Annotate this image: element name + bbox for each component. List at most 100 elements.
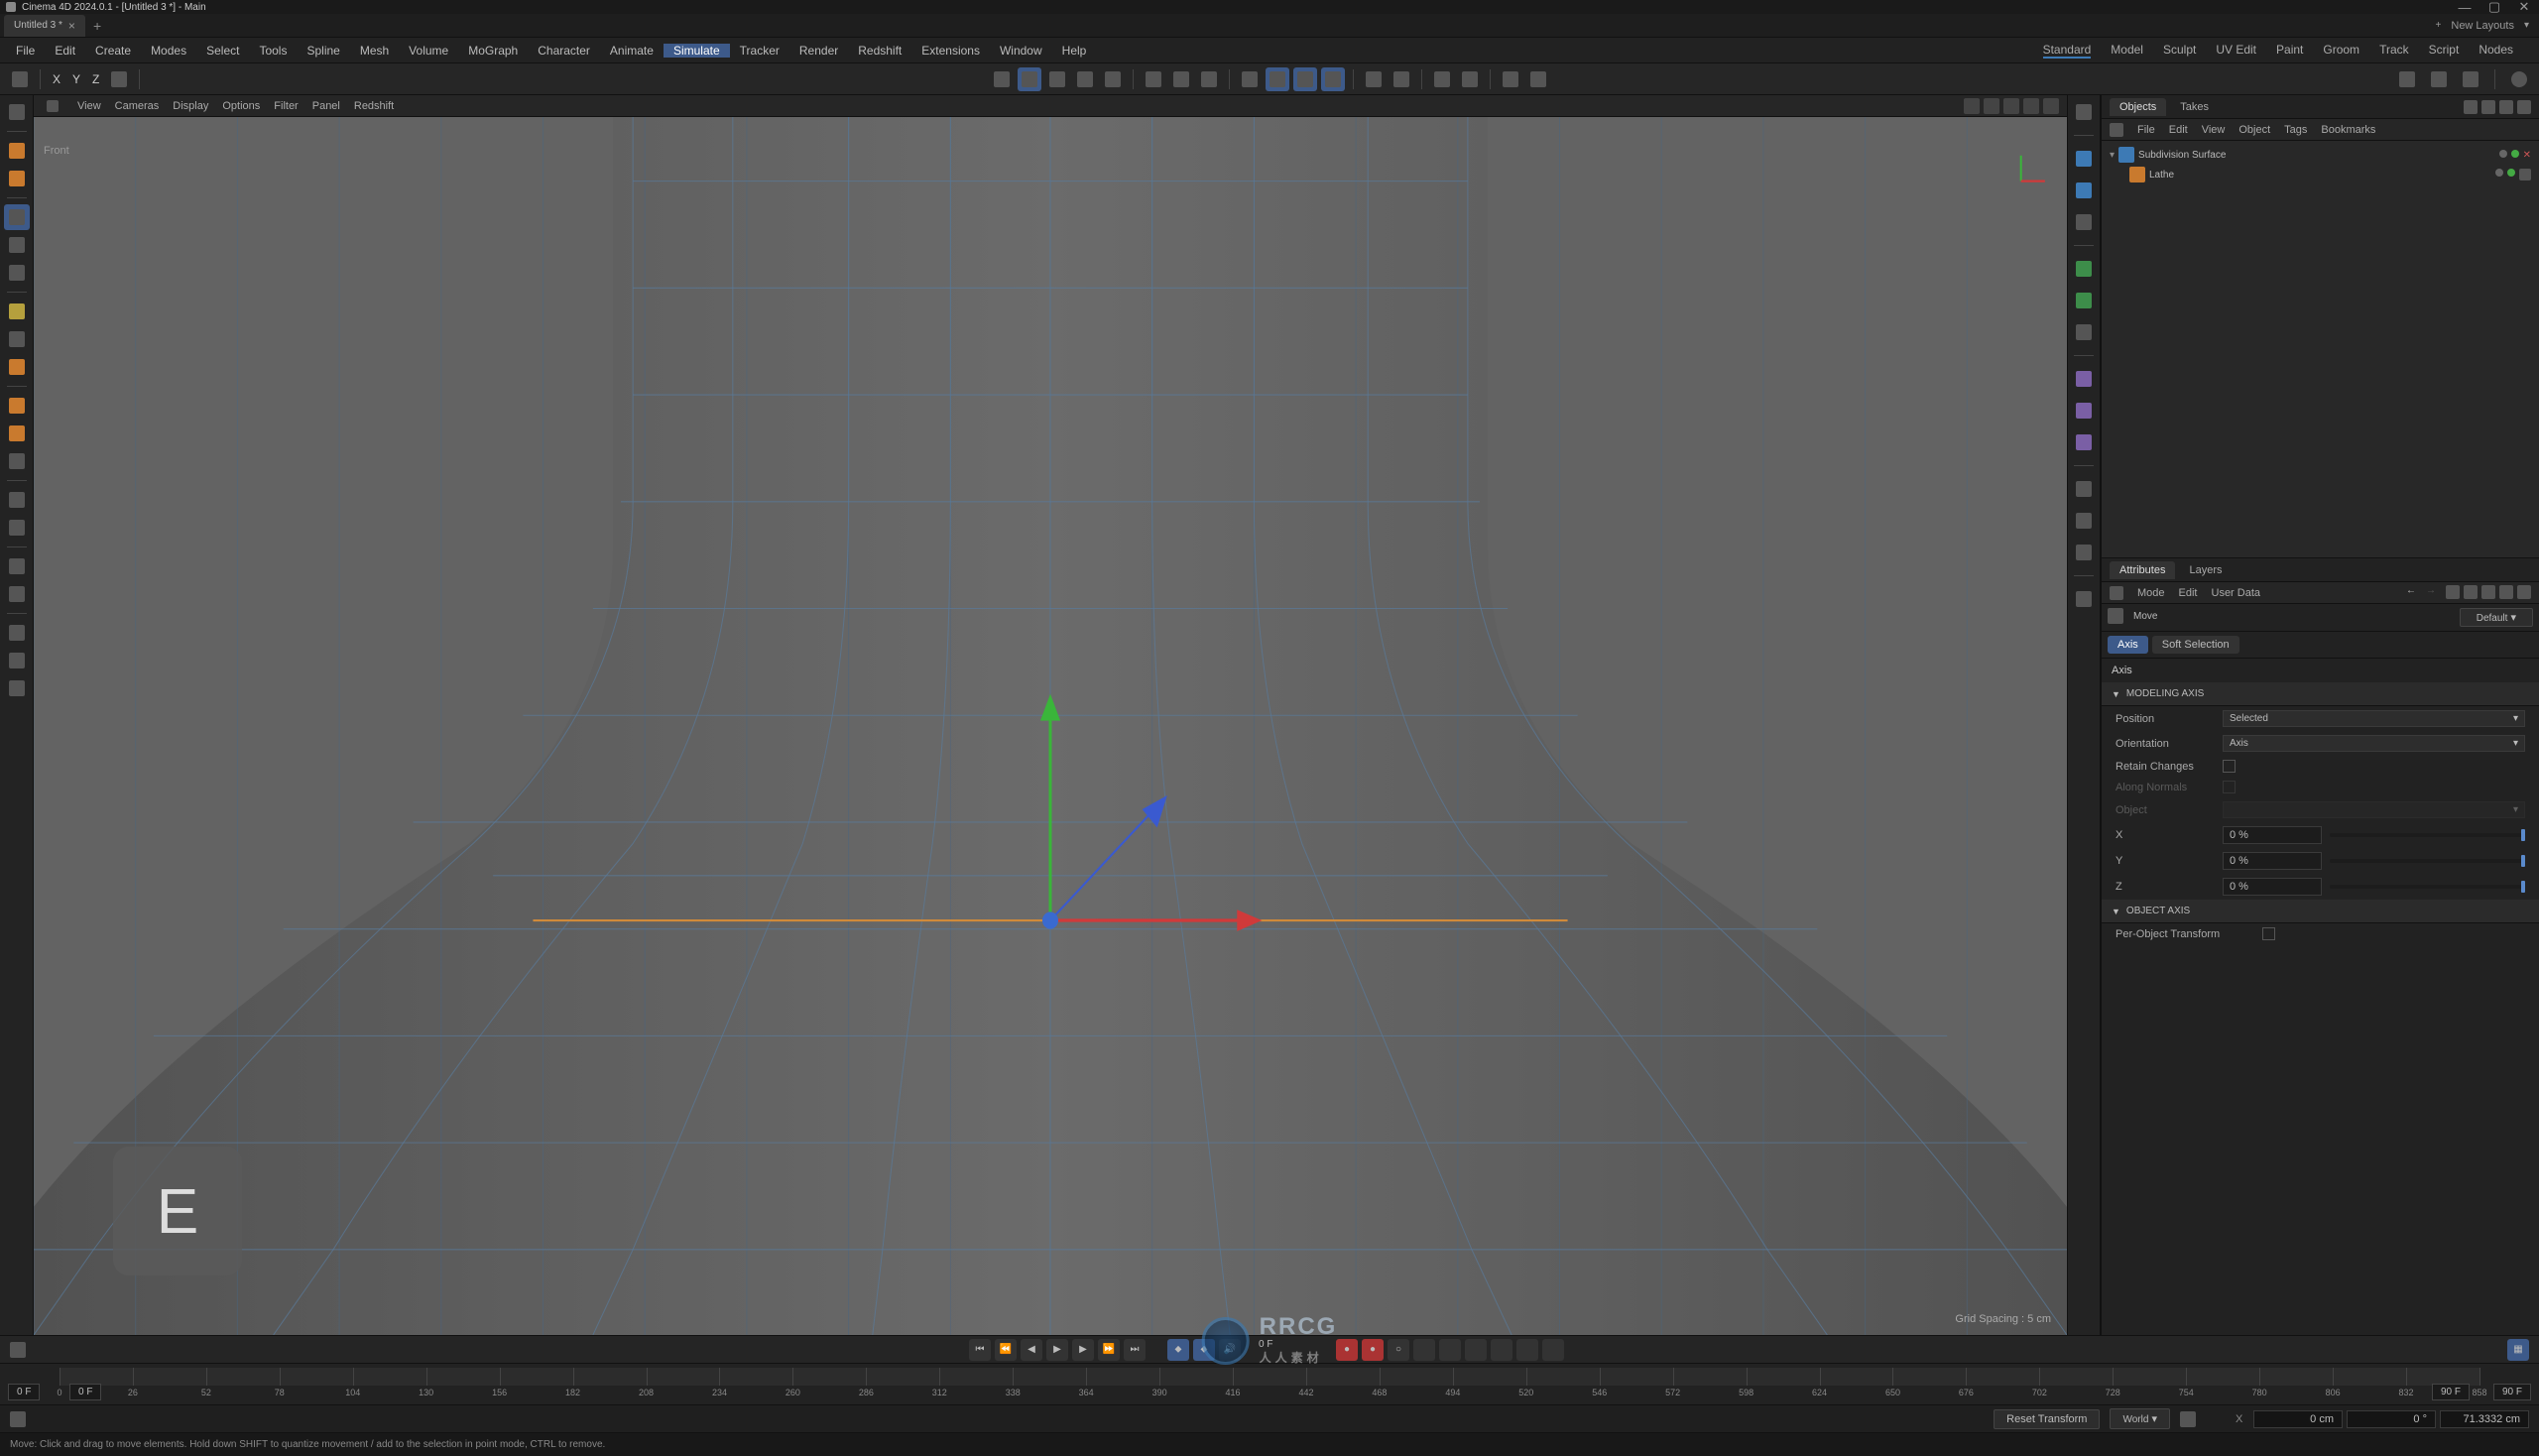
tree-row-subdivision[interactable]: ▾ Subdivision Surface ✕ — [2106, 145, 2535, 165]
menu-select[interactable]: Select — [196, 44, 249, 58]
light-icon[interactable] — [2071, 476, 2097, 502]
visibility-dot[interactable] — [2499, 150, 2507, 158]
menu-redshift[interactable]: Redshift — [848, 44, 911, 58]
goto-start-button[interactable]: ⏮ — [969, 1339, 991, 1361]
layout-menu-icon[interactable]: ▾ — [2524, 20, 2529, 31]
view-menu-panel[interactable]: Panel — [312, 100, 340, 112]
axis-z-toggle[interactable]: Z — [86, 72, 105, 86]
attr-menu-userdata[interactable]: User Data — [2212, 587, 2261, 599]
play-button[interactable]: ▶ — [1046, 1339, 1068, 1361]
menu-mesh[interactable]: Mesh — [350, 44, 399, 58]
history-icon[interactable] — [2071, 99, 2097, 125]
edge-tool[interactable] — [4, 354, 30, 380]
misc-1[interactable] — [1430, 67, 1454, 91]
range-end-field[interactable]: 90 F — [2493, 1384, 2531, 1400]
key-opt-6[interactable] — [1516, 1339, 1538, 1361]
workspace-model[interactable]: Model — [2111, 43, 2143, 59]
tree-row-lathe[interactable]: Lathe — [2106, 165, 2535, 184]
viewport[interactable]: Front — [34, 117, 2067, 1335]
model-mode[interactable] — [4, 393, 30, 419]
coord-apply-icon[interactable] — [2180, 1411, 2196, 1427]
reset-transform-button[interactable]: Reset Transform — [1994, 1409, 2100, 1429]
generator-icon[interactable] — [2071, 256, 2097, 282]
menu-file[interactable]: File — [6, 44, 45, 58]
autokey-toggle[interactable]: ● — [1362, 1339, 1384, 1361]
workspace-paint[interactable]: Paint — [2276, 43, 2303, 59]
workplane-3[interactable] — [1197, 67, 1221, 91]
spline-primitive-icon[interactable] — [2071, 178, 2097, 203]
next-frame-button[interactable]: ▶ — [1072, 1339, 1094, 1361]
viewport-nav-4[interactable] — [2023, 98, 2039, 114]
environment-icon[interactable] — [2071, 540, 2097, 565]
position-dropdown[interactable]: Selected▾ — [2223, 710, 2525, 727]
workspace-sculpt[interactable]: Sculpt — [2163, 43, 2196, 59]
current-frame-field[interactable]: 0 F — [1259, 1339, 1318, 1361]
axis-mode[interactable] — [4, 448, 30, 474]
per-object-checkbox[interactable] — [2262, 927, 2275, 940]
add-document-tab[interactable]: + — [93, 18, 101, 34]
pos-x-field[interactable]: 0 cm — [2253, 1410, 2343, 1428]
workspace-standard[interactable]: Standard — [2043, 43, 2092, 59]
close-obj-icon[interactable]: ✕ — [2523, 150, 2531, 161]
grid-snap-3[interactable] — [1293, 67, 1317, 91]
axis-y-slider[interactable] — [2330, 859, 2525, 863]
enable-dot[interactable] — [2511, 150, 2519, 158]
autokey-button[interactable]: ⬥ — [1167, 1339, 1189, 1361]
orientation-dropdown[interactable]: Axis▾ — [2223, 735, 2525, 752]
key-selection-button[interactable]: ○ — [1388, 1339, 1409, 1361]
sound-button[interactable]: 🔊 — [1219, 1339, 1241, 1361]
document-tab[interactable]: Untitled 3 * × — [4, 15, 85, 37]
workspace-script[interactable]: Script — [2429, 43, 2460, 59]
attr-lock-icon[interactable] — [2481, 585, 2495, 599]
snap-toggle-2[interactable] — [1018, 67, 1041, 91]
coord-space-dropdown[interactable]: World ▾ — [2110, 1408, 2170, 1429]
key-opt-7[interactable] — [1542, 1339, 1564, 1361]
coord-toggle-icon[interactable] — [10, 1411, 26, 1427]
new-layouts-dropdown[interactable]: New Layouts — [2451, 20, 2514, 32]
timeline-expand-button[interactable]: ▦ — [2507, 1339, 2529, 1361]
key-opt-2[interactable] — [1413, 1339, 1435, 1361]
rot-x-field[interactable]: 0 ° — [2347, 1410, 2436, 1428]
scl-x-field[interactable]: 71.3332 cm — [2440, 1410, 2529, 1428]
menu-animate[interactable]: Animate — [600, 44, 664, 58]
render-settings-button[interactable] — [2459, 67, 2482, 91]
view-menu-display[interactable]: Display — [173, 100, 208, 112]
menu-window[interactable]: Window — [990, 44, 1052, 58]
obj-menu-view[interactable]: View — [2202, 124, 2226, 136]
grid-snap-2[interactable] — [1266, 67, 1289, 91]
menu-extensions[interactable]: Extensions — [911, 44, 990, 58]
snap-toggle-4[interactable] — [1073, 67, 1097, 91]
render-pv-button[interactable] — [2427, 67, 2451, 91]
enable-dot[interactable] — [2507, 169, 2515, 177]
attr-menu-icon[interactable] — [2517, 585, 2531, 599]
obj-menu-tags[interactable]: Tags — [2284, 124, 2307, 136]
attr-search-icon[interactable] — [2446, 585, 2460, 599]
attr-menu-toggle-icon[interactable] — [2110, 586, 2123, 600]
maximize-button[interactable]: ▢ — [2483, 0, 2505, 14]
attr-menu-edit[interactable]: Edit — [2179, 587, 2198, 599]
snap-toggle-1[interactable] — [990, 67, 1014, 91]
simulation-icon[interactable] — [2071, 429, 2097, 455]
range-preview-start[interactable]: 0 F — [69, 1384, 101, 1400]
view-menu-redshift[interactable]: Redshift — [354, 100, 394, 112]
prev-frame-button[interactable]: ◀ — [1021, 1339, 1042, 1361]
prev-key-button[interactable]: ⏪ — [995, 1339, 1017, 1361]
texture-mode[interactable] — [4, 553, 30, 579]
keyframe-marker-icon[interactable] — [10, 1342, 26, 1358]
points-mode[interactable] — [4, 487, 30, 513]
viewport-config-icon[interactable] — [44, 97, 61, 115]
record-button[interactable]: ● — [1336, 1339, 1358, 1361]
view-menu-view[interactable]: View — [77, 100, 101, 112]
workspace-track[interactable]: Track — [2379, 43, 2409, 59]
menu-create[interactable]: Create — [85, 44, 141, 58]
axis-y-value[interactable]: 0 % — [2223, 852, 2322, 870]
grid-snap-4[interactable] — [1321, 67, 1345, 91]
next-key-button[interactable]: ⏩ — [1098, 1339, 1120, 1361]
menu-help[interactable]: Help — [1052, 44, 1097, 58]
cube-primitive-icon[interactable] — [2071, 146, 2097, 172]
obj-menu-file[interactable]: File — [2137, 124, 2155, 136]
scale-tool[interactable] — [4, 260, 30, 286]
obj-menu-toggle-icon[interactable] — [2110, 123, 2123, 137]
material-icon[interactable] — [2071, 586, 2097, 612]
visibility-dot[interactable] — [2495, 169, 2503, 177]
